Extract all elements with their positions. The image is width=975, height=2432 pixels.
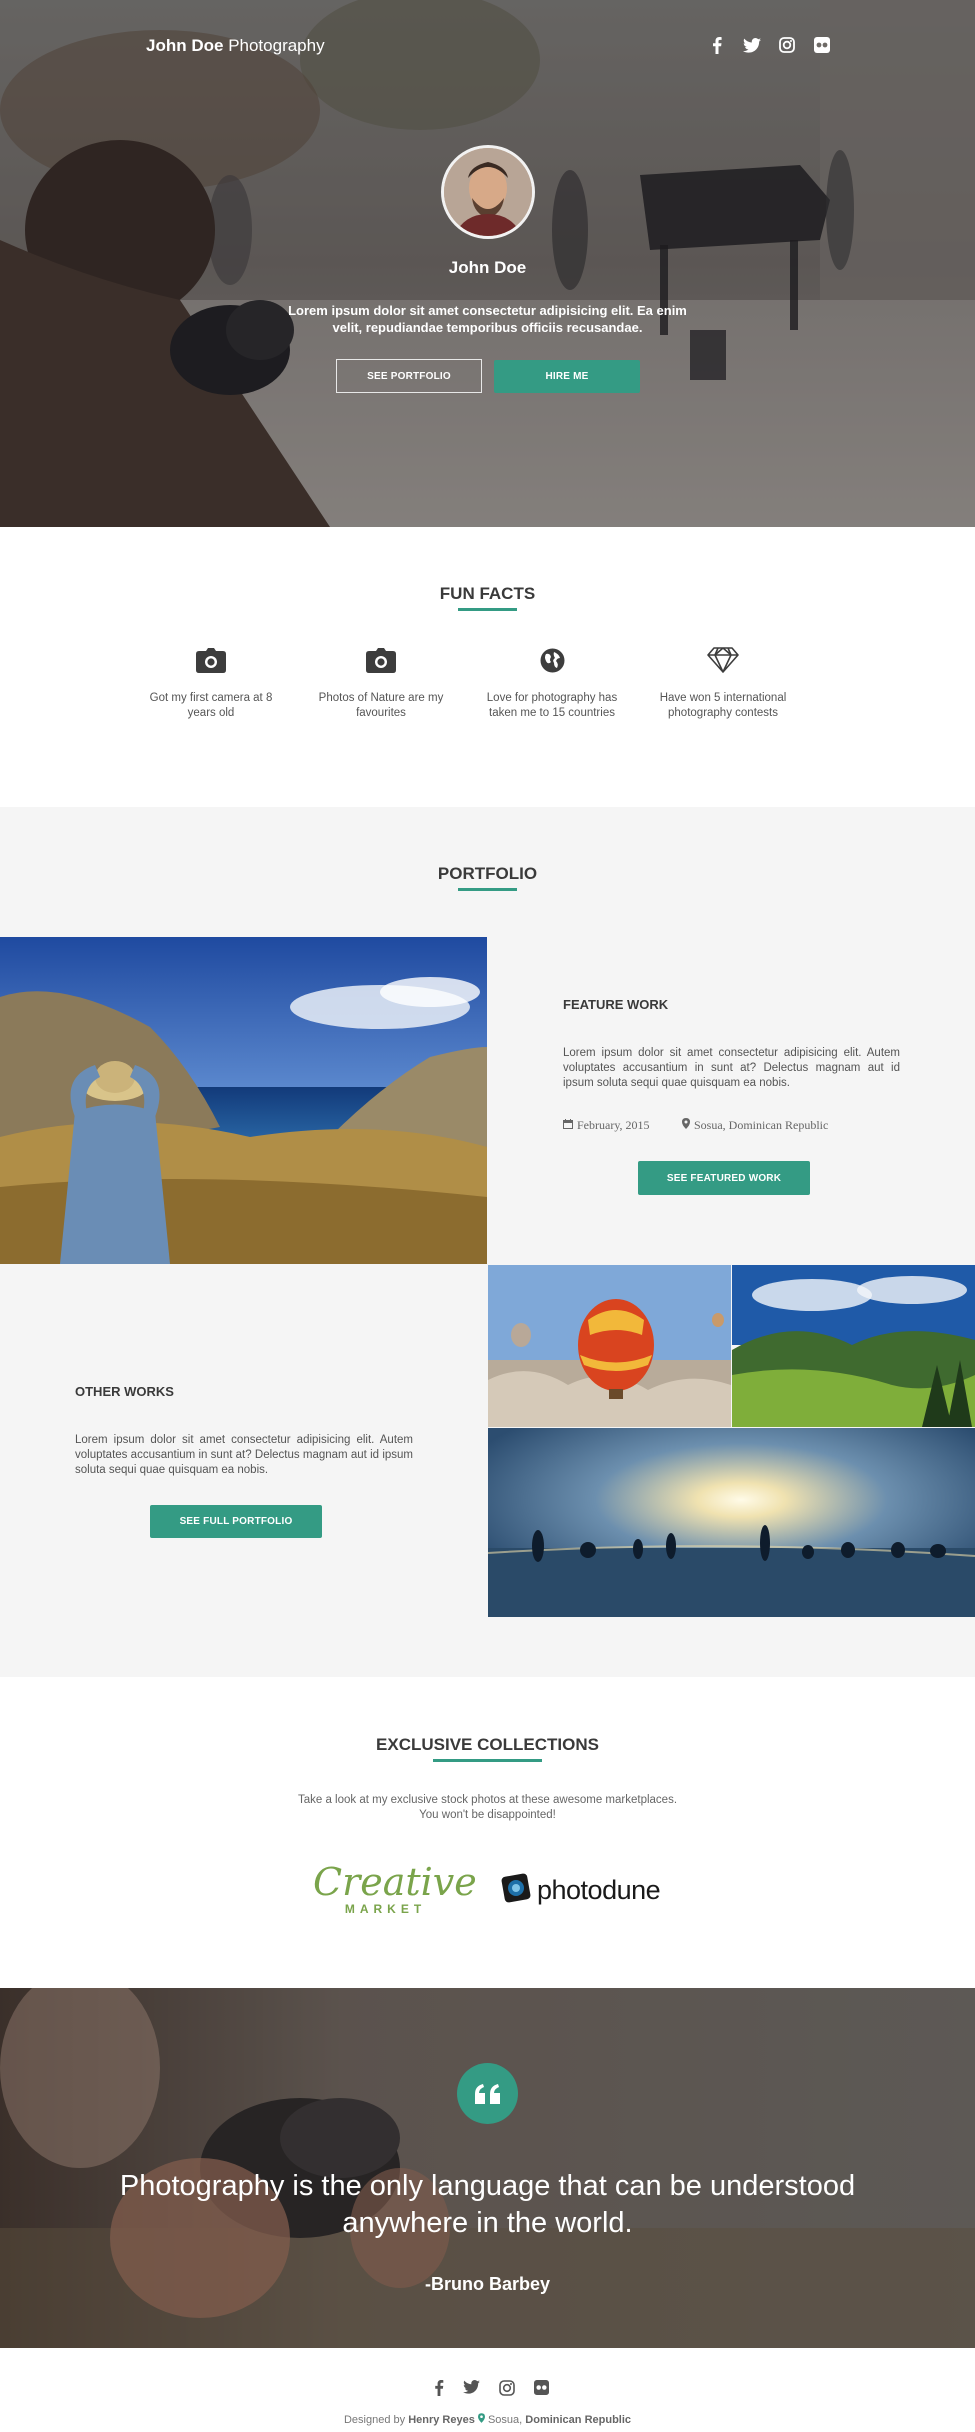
instagram-icon[interactable] (499, 2380, 515, 2401)
footer-city: Sosua, (487, 2414, 523, 2426)
calendar-icon (563, 1118, 573, 1133)
hero-section: John Doe Photography John Doe Lorem ipsu… (0, 0, 975, 527)
creative-market-logo[interactable]: Creative MARKET (313, 1860, 477, 1922)
diamond-icon (653, 645, 793, 675)
mountains-image[interactable] (732, 1265, 975, 1427)
quote-text: Photography is the only language that ca… (119, 2170, 856, 2239)
feature-location: Sosua, Dominican Republic (682, 1118, 828, 1133)
avatar (441, 145, 535, 239)
footer-credit: Designed by Henry Reyes Sosua, Dominican… (0, 2413, 975, 2426)
quote-author: -Bruno Barbey (424, 2274, 550, 2294)
globe-icon (482, 645, 622, 675)
fact-text: Love for photography has taken me to 15 … (486, 692, 618, 719)
photodune-word: photodune (537, 1875, 661, 1905)
map-marker-icon (682, 1118, 690, 1133)
fact-item: Got my first camera at 8 years old (141, 645, 281, 721)
feature-work-title: FEATURE WORK (563, 997, 669, 1012)
brand-suffix: Photography (228, 36, 325, 55)
collections-title: EXCLUSIVE COLLECTIONS (376, 1735, 599, 1754)
feature-date-text: February, 2015 (577, 1118, 650, 1132)
portfolio-underline (458, 888, 517, 891)
photodune-logo[interactable]: photodune (500, 1872, 661, 1909)
quote-icon (457, 2063, 518, 2124)
fact-text: Got my first camera at 8 years old (149, 692, 273, 719)
twitter-icon[interactable] (743, 36, 761, 54)
camera-icon (311, 645, 451, 675)
fun-facts-title: FUN FACTS (439, 584, 536, 603)
creative-market-word: Creative (313, 1860, 477, 1904)
header-social-links (708, 36, 831, 54)
see-featured-work-button[interactable]: SEE FEATURED WORK (638, 1161, 810, 1195)
map-marker-icon (477, 2413, 485, 2426)
twitter-icon[interactable] (463, 2380, 480, 2401)
fact-item: Have won 5 international photography con… (653, 645, 793, 721)
hero-intro-text: Lorem ipsum dolor sit amet consectetur a… (288, 303, 687, 335)
footer-country: Dominican Republic (525, 2414, 632, 2426)
see-full-portfolio-button[interactable]: SEE FULL PORTFOLIO (150, 1505, 322, 1538)
fact-item: Photos of Nature are my favourites (311, 645, 451, 721)
hire-me-button[interactable]: HIRE ME (494, 360, 640, 393)
fun-facts-underline (458, 608, 517, 611)
fact-text: Have won 5 international photography con… (659, 692, 787, 719)
creative-market-sub: MARKET (344, 1902, 427, 1916)
other-works-title: OTHER WORKS (75, 1384, 174, 1399)
see-portfolio-button[interactable]: SEE PORTFOLIO (336, 359, 482, 393)
portfolio-title: PORTFOLIO (437, 864, 538, 883)
footer-designed-by: Designed by (343, 2414, 406, 2426)
instagram-icon[interactable] (778, 36, 796, 54)
footer-social-links (434, 2380, 549, 2401)
footer-designer[interactable]: Henry Reyes (408, 2414, 475, 2426)
camera-icon (141, 645, 281, 675)
balloons-image[interactable] (488, 1265, 731, 1427)
brand-name: John Doe (146, 36, 224, 55)
collections-text: Take a look at my exclusive stock photos… (297, 1794, 678, 1821)
other-works-text: Lorem ipsum dolor sit amet consectetur a… (75, 1434, 413, 1476)
fact-item: Love for photography has taken me to 15 … (482, 645, 622, 721)
fact-text: Photos of Nature are my favourites (318, 692, 444, 719)
feature-location-text: Sosua, Dominican Republic (694, 1118, 829, 1132)
feature-date: February, 2015 (563, 1118, 650, 1133)
brand-logo[interactable]: John Doe Photography (146, 36, 325, 56)
hero-name: John Doe (448, 258, 527, 277)
facebook-icon[interactable] (708, 36, 726, 54)
facebook-icon[interactable] (434, 2380, 444, 2401)
flickr-icon[interactable] (534, 2380, 549, 2401)
sunset-image[interactable] (488, 1428, 975, 1617)
feature-work-image[interactable] (0, 937, 487, 1264)
flickr-icon[interactable] (813, 36, 831, 54)
photodune-icon (500, 1872, 532, 1909)
feature-work-text: Lorem ipsum dolor sit amet consectetur a… (563, 1047, 900, 1089)
collections-underline (433, 1759, 542, 1762)
